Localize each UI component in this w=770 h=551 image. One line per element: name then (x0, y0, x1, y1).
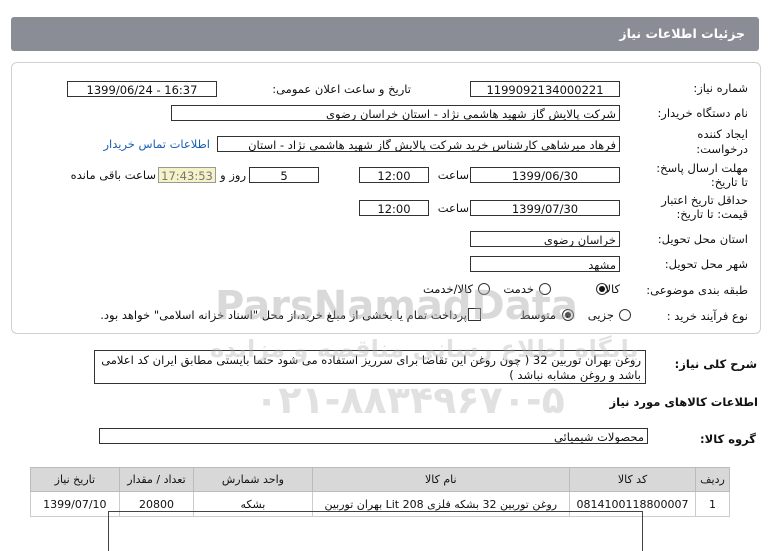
need-number-field[interactable]: 1199092134000221 (470, 81, 620, 97)
reply-days-label: روز و (220, 168, 246, 182)
goods-info-title: اطلاعات کالاهای مورد نیاز (609, 395, 758, 409)
delivery-province-label: استان محل تحویل: (657, 232, 748, 246)
goods-group-label: گروه کالا: (700, 432, 756, 446)
creator-label-2: درخواست: (696, 142, 748, 156)
process-radio-minor[interactable] (619, 309, 631, 321)
purchase-process-label: نوع فرآیند خرید : (666, 309, 748, 323)
col-goods-code: کد کالا (569, 467, 696, 492)
goods-table: تاریخ نیاز تعداد / مقدار واحد شمارش نام … (30, 467, 730, 517)
page-header: جزئیات اطلاعات نیاز (11, 17, 759, 51)
col-goods-name: نام کالا (311, 467, 571, 492)
announce-datetime-label: تاریخ و ساعت اعلان عمومی: (272, 82, 411, 96)
category-radio-goods-service[interactable] (478, 283, 490, 295)
buyer-label: نام دستگاه خریدار: (657, 106, 748, 120)
category-option-goods-service: کالا/خدمت (422, 282, 473, 296)
announce-datetime-field[interactable]: 1399/06/24 - 16:37 (67, 81, 217, 97)
process-option-medium: متوسط (519, 308, 556, 322)
delivery-city-label: شهر محل تحویل: (664, 257, 748, 271)
reply-deadline-time[interactable]: 12:00 (359, 167, 429, 183)
category-radio-service[interactable] (539, 283, 551, 295)
treasury-bonds-text: پرداخت تمام یا بخشی از مبلغ خرید،از محل … (100, 308, 467, 322)
category-label: طبقه بندی موضوعی: (646, 283, 748, 297)
delivery-city-field[interactable]: مشهد (470, 256, 620, 272)
description-field[interactable]: روغن بهران توربین 32 ( چون روغن این تقاض… (94, 350, 646, 384)
category-option-goods: کالا (604, 282, 620, 296)
reply-deadline-date[interactable]: 1399/06/30 (470, 167, 620, 183)
creator-label-1: ایجاد کننده (697, 127, 748, 141)
category-option-service: خدمت (503, 282, 534, 296)
delivery-province-field[interactable]: خراسان رضوی (470, 231, 620, 247)
bottom-panel (108, 511, 643, 551)
need-details-form: شماره نیاز: 1199092134000221 تاریخ و ساع… (11, 62, 761, 334)
reply-days-field[interactable]: 5 (249, 167, 319, 183)
process-option-minor: جزیی (587, 308, 614, 322)
price-validity-label-1: حداقل تاریخ اعتبار (661, 193, 748, 207)
creator-field[interactable]: فرهاد میرشاهی کارشناس خرید شرکت پالایش گ… (217, 136, 620, 152)
process-radio-medium[interactable] (562, 309, 574, 321)
remaining-time-label: ساعت باقی مانده (70, 168, 156, 182)
need-number-label: شماره نیاز: (693, 81, 748, 95)
reply-deadline-label-2: تا تاریخ: (710, 175, 748, 189)
col-quantity: تعداد / مقدار (118, 467, 195, 492)
price-validity-label-2: قیمت: تا تاریخ: (676, 207, 748, 221)
buyer-contact-link[interactable]: اطلاعات تماس خریدار (103, 137, 210, 151)
cell-row-number: 1 (695, 491, 730, 517)
page-title: جزئیات اطلاعات نیاز (619, 26, 745, 41)
cell-need-date: 1399/07/10 (30, 491, 120, 517)
remaining-time-field: 17:43:53 (158, 167, 216, 183)
description-label: شرح کلی نیاز: (674, 357, 757, 371)
price-validity-time-label: ساعت (437, 201, 469, 215)
buyer-field[interactable]: شرکت پالایش گاز شهید هاشمی نژاد - استان … (171, 105, 620, 121)
col-row: ردیف (695, 467, 730, 492)
price-validity-time[interactable]: 12:00 (359, 200, 429, 216)
treasury-bonds-checkbox[interactable] (468, 308, 481, 321)
watermark-phone: ۰۲۱-۸۸۳۴۹۶۷۰-۵ (255, 378, 565, 422)
col-unit: واحد شمارش (193, 467, 313, 492)
col-need-date: تاریخ نیاز (30, 467, 120, 492)
goods-table-header: تاریخ نیاز تعداد / مقدار واحد شمارش نام … (30, 467, 730, 492)
goods-group-field[interactable]: محصولات شیمیائی (99, 428, 648, 444)
reply-time-label: ساعت (437, 168, 469, 182)
price-validity-date[interactable]: 1399/07/30 (470, 200, 620, 216)
reply-deadline-label-1: مهلت ارسال پاسخ: (656, 161, 748, 175)
